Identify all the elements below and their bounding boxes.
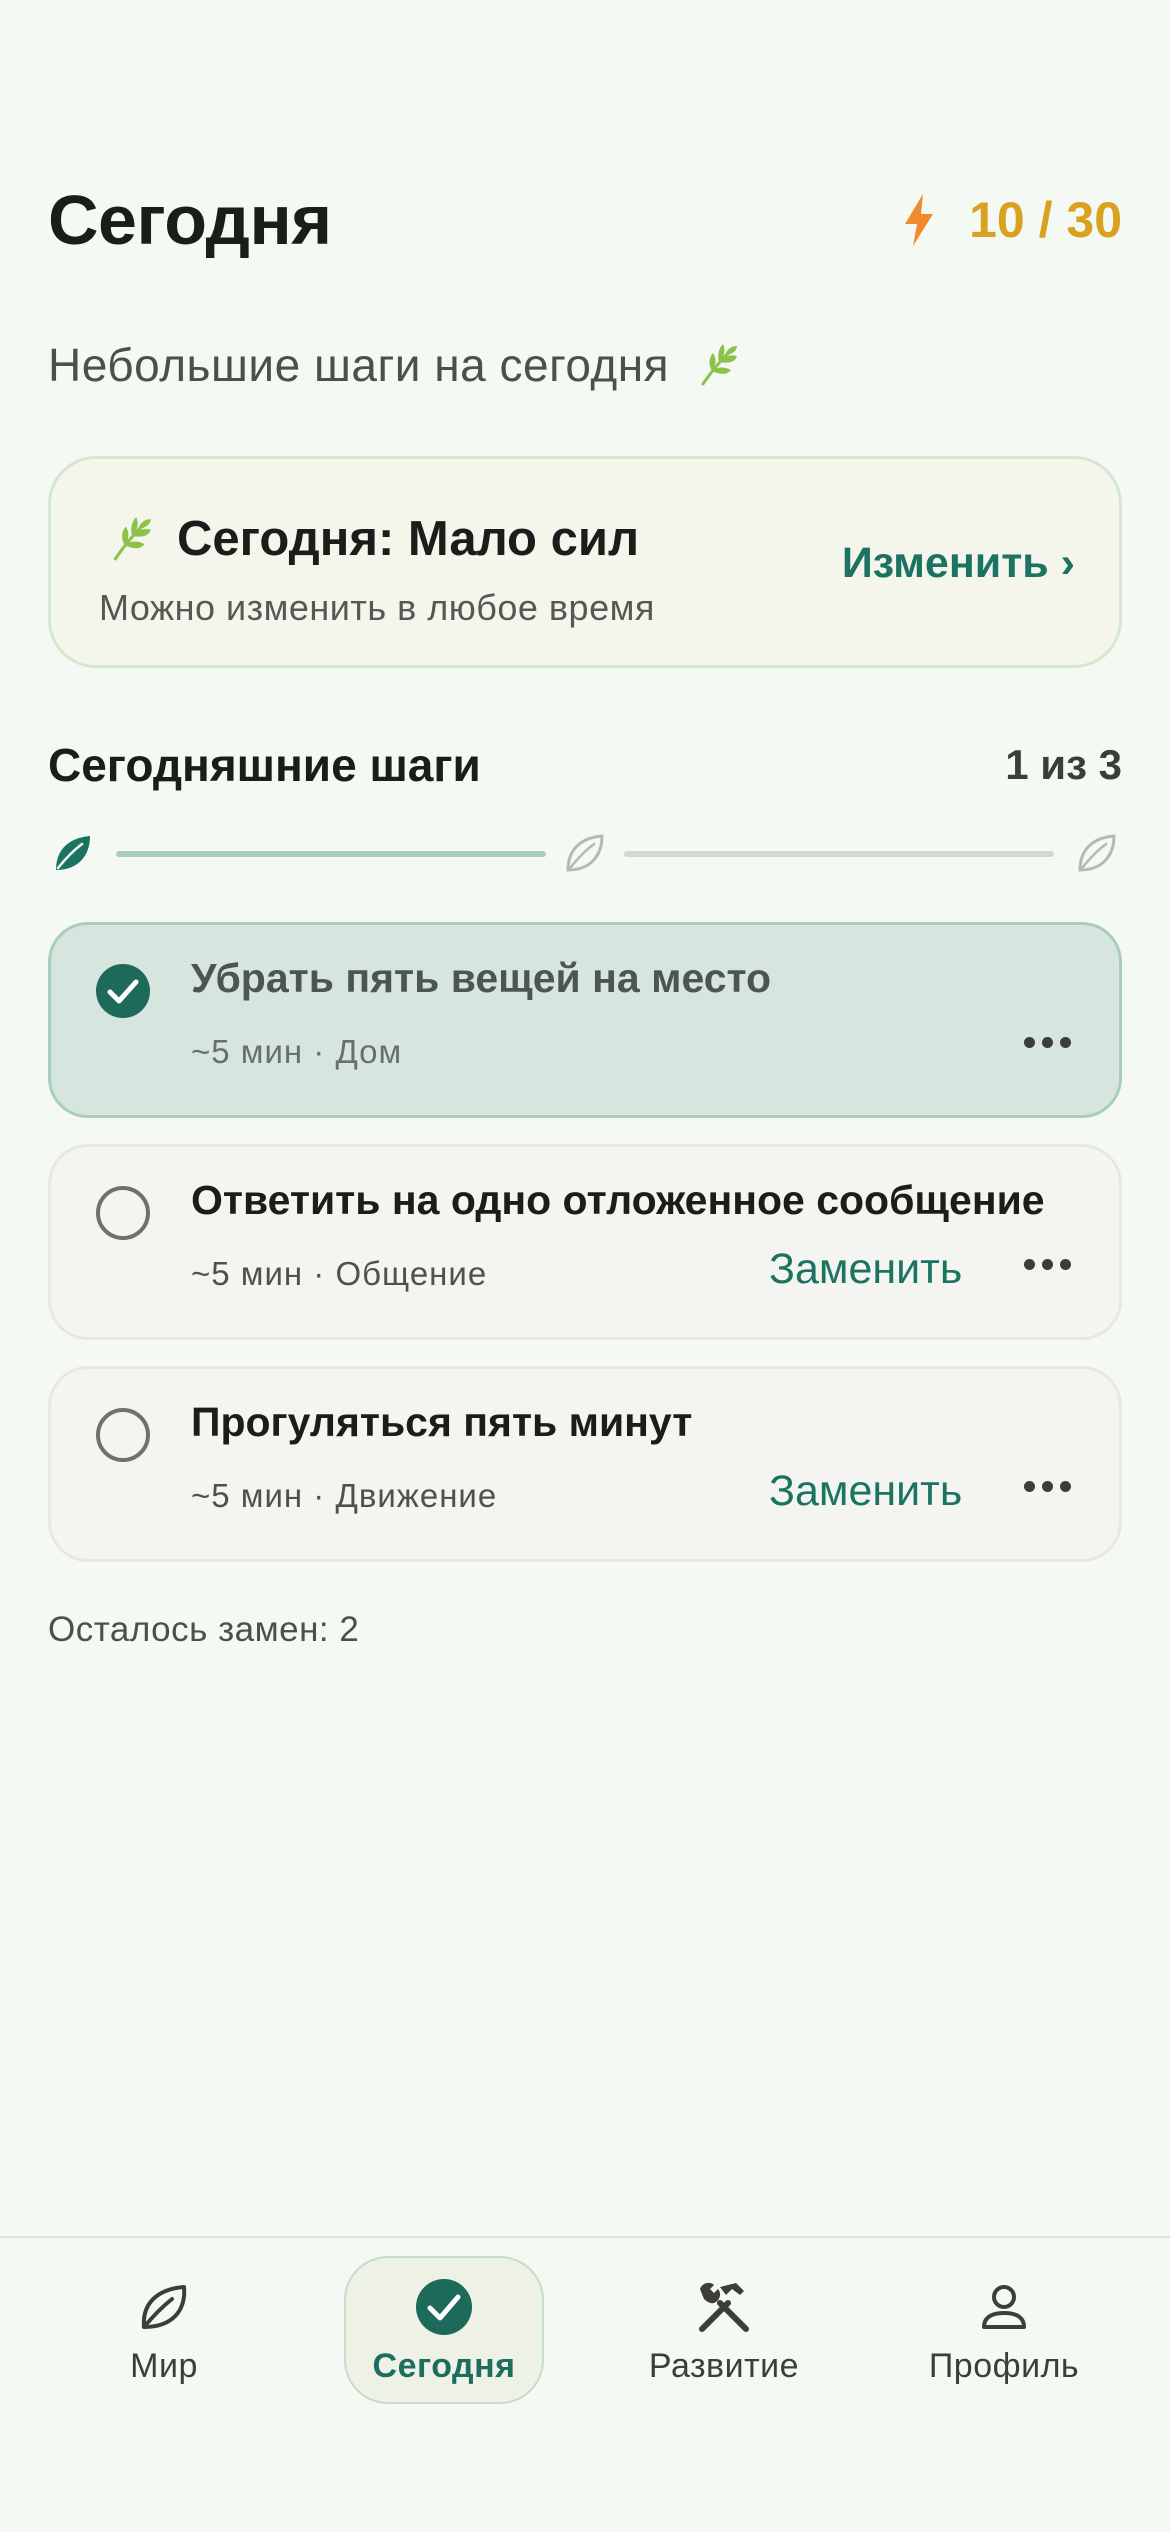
leaf-outline-icon [566, 834, 604, 872]
mode-hint: Можно изменить в любое время [99, 587, 655, 628]
energy-value: 10 / 30 [969, 192, 1122, 248]
leaf-icon [141, 2284, 187, 2329]
page-subtitle: Небольшие шаги на сегодня [48, 338, 741, 392]
sprout-icon [701, 344, 738, 386]
more-options-icon[interactable] [1024, 1259, 1071, 1270]
nav-label: Мир [130, 2346, 198, 2385]
task-title: Убрать пять вещей на место [191, 955, 772, 1001]
bottom-nav: Мир Сегодня Развитие Профиль [0, 2236, 1170, 2532]
remaining-replacements: Осталось замен: 2 [48, 1610, 360, 1649]
person-icon [982, 2284, 1026, 2329]
subtitle-text: Небольшие шаги на сегодня [48, 339, 670, 391]
nav-item-growth[interactable]: Развитие [624, 2256, 824, 2404]
progress-bar-segment-2 [624, 851, 1054, 857]
change-mode-button[interactable]: Изменить › [842, 539, 1075, 588]
task-card[interactable]: Прогуляться пять минут ~5 мин · Движение… [48, 1366, 1122, 1562]
nav-item-today[interactable]: Сегодня [344, 2256, 544, 2404]
nav-label: Развитие [648, 2346, 800, 2385]
task-meta: ~5 мин · Дом [191, 1033, 403, 1070]
mode-title: Сегодня: Мало сил [107, 511, 639, 567]
steps-title: Сегодняшние шаги [48, 739, 481, 791]
task-meta: ~5 мин · Движение [191, 1477, 498, 1514]
task-meta: ~5 мин · Общение [191, 1255, 488, 1292]
tools-icon [699, 2282, 749, 2332]
replace-button[interactable]: Заменить [769, 1467, 962, 1516]
header: Сегодня 10 / 30 [48, 180, 1122, 260]
more-options-icon[interactable] [1024, 1037, 1071, 1048]
task-title: Ответить на одно отложенное сообщение [191, 1177, 1045, 1223]
steps-header: Сегодняшние шаги 1 из 3 [48, 738, 1122, 792]
replace-button[interactable]: Заменить [769, 1245, 962, 1294]
check-circle-icon [416, 2278, 472, 2335]
sprout-icon [113, 517, 151, 561]
task-card[interactable]: Ответить на одно отложенное сообщение ~5… [48, 1144, 1122, 1340]
mode-title-text: Сегодня: Мало сил [177, 512, 640, 566]
nav-label: Сегодня [372, 2346, 516, 2385]
lightning-icon [905, 194, 934, 246]
energy-mode-card[interactable]: Сегодня: Мало сил Можно изменить в любое… [48, 456, 1122, 668]
task-card[interactable]: Убрать пять вещей на место ~5 мин · Дом [48, 922, 1122, 1118]
energy-counter[interactable]: 10 / 30 [899, 191, 1122, 249]
nav-label: Профиль [928, 2346, 1080, 2385]
unchecked-circle-icon[interactable] [95, 1185, 151, 1241]
more-options-icon[interactable] [1024, 1481, 1071, 1492]
nav-item-world[interactable]: Мир [64, 2256, 264, 2404]
progress-bar-segment-1 [116, 851, 546, 857]
leaf-filled-icon [56, 836, 90, 870]
leaf-outline-icon [1078, 834, 1116, 872]
steps-count: 1 из 3 [1005, 741, 1122, 788]
unchecked-circle-icon[interactable] [95, 1407, 151, 1463]
page-title: Сегодня [48, 181, 332, 259]
checked-circle-icon[interactable] [95, 963, 151, 1019]
steps-progress [52, 830, 1120, 876]
nav-item-profile[interactable]: Профиль [904, 2256, 1104, 2404]
task-title: Прогуляться пять минут [191, 1399, 693, 1445]
